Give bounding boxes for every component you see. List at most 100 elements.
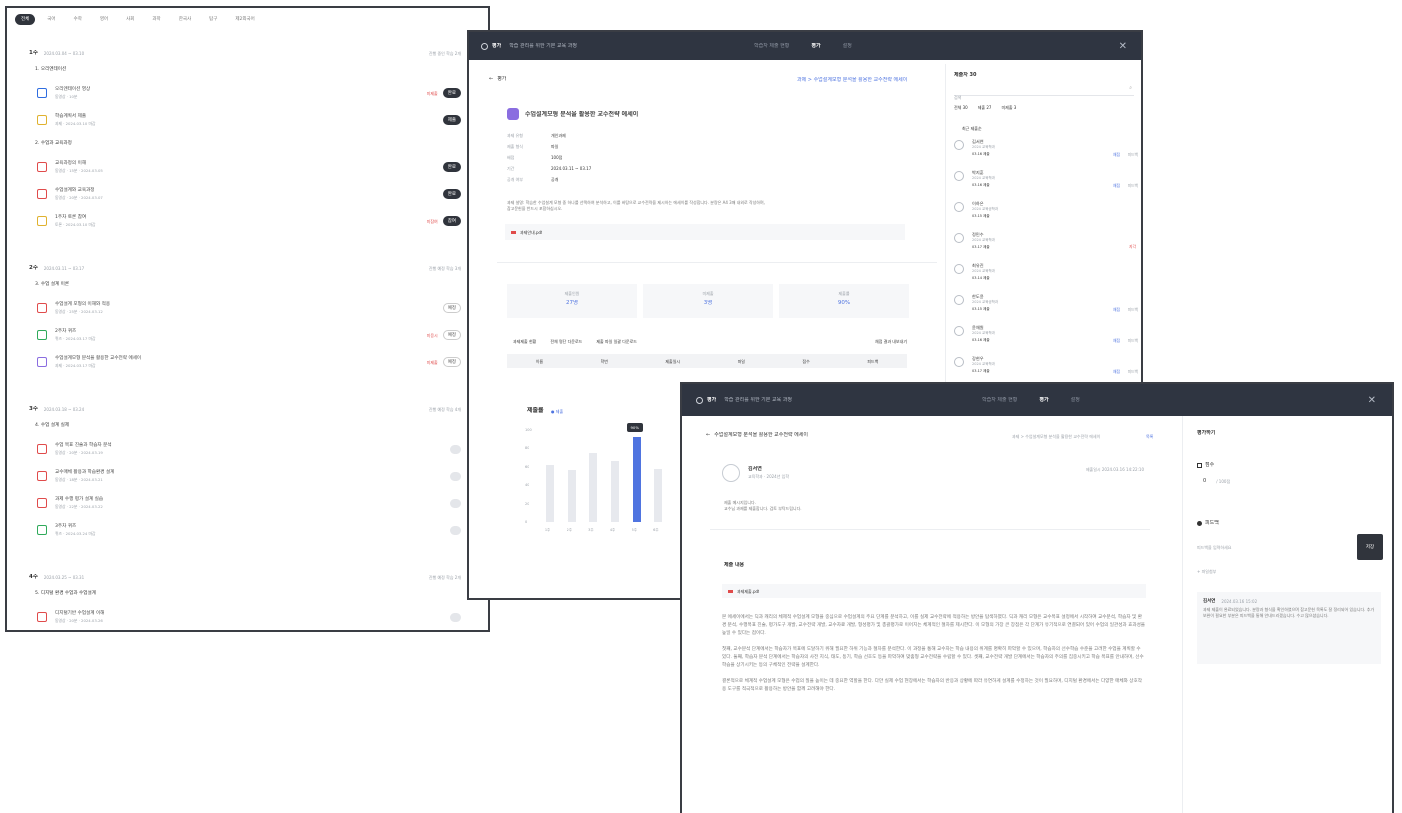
list-item[interactable]: 디지털기반 수업설계 이해 동영상 · 20분 · 2024.03.26 · (37, 606, 461, 628)
status-badge[interactable]: 참여 (442, 216, 461, 226)
list-item[interactable]: 교육과정의 이해 동영상 · 15분 · 2024.03.05 완료 (37, 156, 461, 178)
bar-4주[interactable] (610, 461, 619, 522)
header-tab-0[interactable]: 학습자 제출 현황 (754, 43, 789, 50)
status-badge[interactable]: 제출 (442, 115, 461, 125)
toolbar-item-2[interactable]: 제출 파일 일괄 다운로드 (596, 338, 637, 345)
submitter-row[interactable]: 최유진 2024 교육학과 03.14 제출 (954, 262, 1138, 293)
toolbar-item-0[interactable]: 과제제출 현황 (513, 338, 536, 345)
file-attach-link[interactable]: + 파일첨부 (1197, 568, 1216, 575)
tab-0[interactable]: 전체 (15, 14, 36, 25)
bar-2주[interactable] (567, 470, 576, 522)
submitter-row[interactable]: 윤채원 2024 교육학과 03.16 제출 채점 피드백 (954, 324, 1138, 355)
status-badge[interactable]: · (449, 444, 461, 454)
status-badge[interactable]: 예정 (442, 357, 461, 367)
submitter-row[interactable]: 김서연 2024 교육학과 03.16 제출 채점 피드백 (954, 138, 1138, 169)
meta-row: 배점 100점 (507, 152, 707, 163)
score-value: 0 (1203, 478, 1207, 484)
submission-chart: 1주 2주 3주 4주 5주 6주 0 20 40 60 80 100 90% (525, 423, 669, 532)
list-link[interactable]: 목록 (1146, 433, 1153, 440)
submitter-row[interactable]: 정민수 2024 교육학과 03.17 제출 지각 (954, 231, 1138, 262)
tab-3[interactable]: 영어 (94, 14, 114, 25)
grade-link[interactable]: 채점 (1113, 368, 1120, 375)
submitter-row[interactable]: 이하은 2024 교육공학과 03.15 제출 (954, 200, 1138, 231)
filter-chip-2[interactable]: 미제출 3 (1001, 104, 1016, 111)
list-item[interactable]: 3주차 퀴즈 퀴즈 · 2024.03.24 마감 · (37, 519, 461, 541)
attachment-name: 과제안내.pdf (520, 229, 543, 235)
tab-4[interactable]: 사회 (120, 14, 140, 25)
feedback-link[interactable]: 피드백 (1128, 151, 1138, 158)
header-tab-1[interactable]: 평가 (1039, 397, 1048, 404)
tab-5[interactable]: 과학 (146, 14, 166, 25)
score-input[interactable]: 0 / 100점 (1203, 478, 1230, 485)
status-badge[interactable]: 완료 (442, 88, 461, 98)
feedback-link[interactable]: 피드백 (1128, 368, 1138, 375)
status-badge[interactable]: 예정 (442, 303, 461, 313)
list-item[interactable]: 1주차 토론 참여 토론 · 2024.03.10 마감 미참여 참여 (37, 210, 461, 232)
list-item[interactable]: 수업 목표 진술과 학습자 분석 동영상 · 20분 · 2024.03.19 · (37, 438, 461, 460)
list-item[interactable]: 수업설계모형 분석을 활용한 교수전략 에세이 과제 · 2024.03.17 마… (37, 351, 461, 373)
grade-link[interactable]: 채점 (1113, 306, 1120, 313)
status-badge[interactable]: 예정 (442, 330, 461, 340)
list-item[interactable]: 2주차 퀴즈 퀴즈 · 2024.03.17 마감 미응시 예정 (37, 324, 461, 346)
sort-dropdown[interactable]: 최근 제출순 (962, 125, 982, 132)
header-tab-2[interactable]: 설정 (843, 43, 852, 50)
lesson-title: 교육과정의 이해 (55, 161, 87, 166)
close-icon[interactable]: ✕ (1368, 395, 1376, 406)
status-badge[interactable]: · (449, 525, 461, 535)
toolbar-item-1[interactable]: 전체 명단 다운로드 (550, 338, 582, 345)
tab-8[interactable]: 제2외국어 (229, 14, 260, 25)
header-tab-1[interactable]: 평가 (811, 43, 820, 50)
bar-6주[interactable] (654, 468, 663, 522)
back-arrow-icon[interactable]: ← (489, 76, 493, 83)
list-item[interactable]: 오리엔테이션 영상 동영상 · 10분 미제출 완료 (37, 82, 461, 104)
header-tab-0[interactable]: 학습자 제출 현황 (982, 397, 1017, 404)
feedback-link[interactable]: 피드백 (1128, 337, 1138, 344)
back-link[interactable]: 수업설계모형 분석을 활용한 교수전략 에세이 (714, 432, 808, 439)
status-badge[interactable]: · (449, 612, 461, 622)
grade-link[interactable]: 채점 (1113, 182, 1120, 189)
feedback-input[interactable]: 피드백을 입력하세요 (1197, 534, 1347, 562)
grade-link[interactable]: 채점 (1113, 337, 1120, 344)
list-item[interactable]: 학습계획서 제출 과제 · 2024.03.10 마감 제출 (37, 109, 461, 131)
status-badge[interactable]: 완료 (442, 162, 461, 172)
bar-5주[interactable] (632, 437, 641, 522)
submitter-row[interactable]: 한도윤 2024 교육공학과 03.15 제출 채점 피드백 (954, 293, 1138, 324)
feedback-link[interactable]: 피드백 (1128, 182, 1138, 189)
save-button[interactable]: 저장 (1357, 534, 1383, 560)
attachment[interactable]: 과제제출.pdf (722, 584, 1146, 598)
tab-6[interactable]: 한국사 (173, 14, 197, 25)
status-badge[interactable]: · (449, 498, 461, 508)
filter-chip-0[interactable]: 전체 30 (954, 104, 968, 111)
bar-1주[interactable] (545, 464, 554, 522)
status-badge[interactable]: · (449, 471, 461, 481)
attachment[interactable]: 과제안내.pdf (505, 224, 905, 240)
pdf-icon (511, 230, 516, 234)
back-arrow-icon[interactable]: ← (706, 432, 710, 439)
list-item[interactable]: 교수매체 활용과 학습환경 설계 동영상 · 18분 · 2024.03.21 · (37, 465, 461, 487)
list-item[interactable]: 수업설계 모형의 이해와 적용 동영상 · 25분 · 2024.03.12 예정 (37, 297, 461, 319)
bar-3주[interactable] (589, 453, 598, 522)
meta-row: 과제 유형 개인과제 (507, 130, 707, 141)
toolbar-item-3[interactable]: 채점 결과 내보내기 (875, 338, 907, 345)
tab-2[interactable]: 수학 (68, 14, 88, 25)
header-tab-2[interactable]: 설정 (1071, 397, 1080, 404)
lesson-actions: 미참여 참여 (427, 216, 461, 226)
submitter-dept: 2024 교육학과 (972, 362, 995, 366)
breadcrumb[interactable]: 과제 > 수업설계모형 분석을 활용한 교수전략 에세이 (797, 77, 921, 84)
close-icon[interactable]: ✕ (1119, 41, 1127, 52)
lesson-meta: 동영상 · 20분 · 2024.03.19 (55, 450, 103, 455)
filter-chip-1[interactable]: 제출 27 (978, 104, 992, 111)
week-summary: 진행 예정 학습 4개 (428, 407, 461, 412)
submitter-row[interactable]: 박지훈 2024 교육학과 03.16 제출 채점 피드백 (954, 169, 1138, 200)
tab-7[interactable]: 탐구 (203, 14, 223, 25)
breadcrumb[interactable]: 과제 > 수업설계모형 분석을 활용한 교수전략 에세이 (1012, 433, 1138, 440)
grade-link[interactable]: 채점 (1113, 151, 1120, 158)
list-item[interactable]: 수업설계와 교육과정 동영상 · 20분 · 2024.03.07 완료 (37, 183, 461, 205)
tab-1[interactable]: 국어 (41, 14, 61, 25)
list-item[interactable]: 과제 수행 평가 설계 실습 동영상 · 22분 · 2024.03.22 · (37, 492, 461, 514)
back-link[interactable]: 평가 (497, 76, 506, 83)
status-badge[interactable]: 완료 (442, 189, 461, 199)
submitter-search[interactable]: 검색 ⌕ (954, 84, 1134, 100)
header-logo: 평가 (707, 396, 717, 403)
feedback-link[interactable]: 피드백 (1128, 306, 1138, 313)
